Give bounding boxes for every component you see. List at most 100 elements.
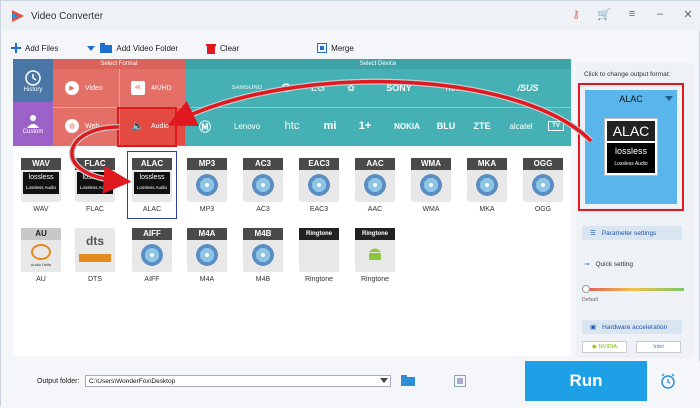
add-files-button[interactable]: Add Files bbox=[11, 43, 58, 53]
clear-button[interactable]: Clear bbox=[206, 43, 239, 54]
4k-icon: 4K bbox=[131, 81, 145, 95]
device-google[interactable]: G bbox=[269, 69, 303, 107]
output-folder-label: Output folder: bbox=[37, 378, 80, 385]
device-htc[interactable]: htc bbox=[269, 107, 315, 145]
output-folder-input[interactable]: C:\Users\WonderFox\Desktop bbox=[85, 375, 391, 387]
format-mka[interactable]: MKA MKA bbox=[463, 152, 511, 218]
quality-slider-handle[interactable] bbox=[582, 285, 590, 293]
format-m4a[interactable]: M4A M4A bbox=[183, 222, 231, 288]
category-4k-hd[interactable]: 4K 4K/HD bbox=[119, 69, 185, 107]
output-format-name: ALAC bbox=[619, 94, 643, 104]
custom-tab[interactable]: Custom bbox=[13, 102, 53, 146]
device-xiaomi[interactable]: mi bbox=[315, 107, 345, 145]
device-lenovo[interactable]: Lenovo bbox=[225, 107, 269, 145]
device-zte[interactable]: ZTE bbox=[463, 107, 501, 145]
format-aiff[interactable]: AIFF AIFF bbox=[128, 222, 176, 288]
hardware-acceleration-button[interactable]: ▣ Hardware acceleration bbox=[582, 320, 682, 334]
disc-icon bbox=[532, 174, 554, 196]
surround-icon bbox=[79, 254, 111, 262]
bottom-bar: Output folder: C:\Users\WonderFox\Deskto… bbox=[1, 361, 700, 408]
nvidia-badge[interactable]: ◉ NVIDIA bbox=[582, 341, 627, 353]
open-folder-icon[interactable] bbox=[454, 375, 466, 387]
disc-icon bbox=[420, 174, 442, 196]
category-video[interactable]: ▶ Video bbox=[53, 69, 119, 107]
format-ac3[interactable]: AC3 AC3 bbox=[239, 152, 287, 218]
quick-setting-icon: ⊸ bbox=[584, 261, 590, 268]
device-samsung[interactable]: SAMSUNG bbox=[225, 69, 269, 107]
close-icon[interactable]: ✕ bbox=[681, 7, 695, 21]
device-alcatel[interactable]: alcatel bbox=[501, 107, 541, 145]
merge-icon bbox=[317, 43, 328, 53]
format-wma[interactable]: WMA WMA bbox=[407, 152, 455, 218]
output-format-panel: Click to change output format: ALAC ALAC… bbox=[576, 63, 694, 358]
output-format-selector[interactable]: ALAC ALAC lossless Lossless Audio bbox=[585, 90, 677, 204]
lossless-icon: lossless Lossless Audio bbox=[23, 172, 59, 194]
add-video-folder-button[interactable]: Add Video Folder bbox=[86, 43, 178, 53]
device-sony[interactable]: SONY bbox=[369, 69, 429, 107]
quality-slider[interactable] bbox=[584, 288, 684, 291]
chevron-down-icon[interactable] bbox=[380, 378, 388, 383]
format-ringtone-android[interactable]: Ringtone Ringtone bbox=[351, 222, 399, 288]
select-device-section: Select Device SAMSUNG G LG ✿ SONY honor … bbox=[185, 59, 571, 146]
google-icon: G bbox=[281, 81, 291, 95]
select-format-header: Select Format bbox=[53, 59, 185, 69]
tv-icon: TV bbox=[548, 121, 564, 131]
lossless-icon: lossless Lossless Audio bbox=[134, 172, 170, 194]
format-wav[interactable]: WAV lossless Lossless Audio WAV bbox=[17, 152, 65, 218]
format-m4b[interactable]: M4B M4B bbox=[239, 222, 287, 288]
quick-setting-label: ⊸ Quick setting bbox=[584, 260, 634, 269]
app-window: Video Converter ⚷ 🛒 ≡ – ✕ Add Files Add … bbox=[0, 0, 700, 408]
key-icon[interactable]: ⚷ bbox=[569, 7, 583, 21]
app-title: Video Converter bbox=[31, 10, 104, 22]
device-lg[interactable]: LG bbox=[303, 69, 333, 107]
format-au[interactable]: AU Audio Units AU bbox=[17, 222, 65, 288]
minimize-icon[interactable]: – bbox=[653, 7, 667, 21]
intel-badge[interactable]: Intel bbox=[636, 341, 681, 353]
clock-icon bbox=[25, 69, 41, 86]
sliders-icon: ☰ bbox=[590, 230, 596, 237]
device-asus[interactable]: /SUS bbox=[485, 69, 571, 107]
format-mp3[interactable]: MP3 MP3 bbox=[183, 152, 231, 218]
title-bar: Video Converter ⚷ 🛒 ≡ – ✕ bbox=[1, 1, 700, 31]
globe-icon: ◍ bbox=[65, 119, 79, 133]
format-grid: WAV lossless Lossless Audio WAV FLAC loss… bbox=[13, 148, 571, 356]
device-honor[interactable]: honor bbox=[429, 69, 485, 107]
history-tab[interactable]: History bbox=[13, 59, 53, 102]
format-eac3[interactable]: EAC3 EAC3 bbox=[295, 152, 343, 218]
format-ogg[interactable]: OGG OGG bbox=[519, 152, 567, 218]
device-oneplus[interactable]: 1+ bbox=[345, 107, 385, 145]
merge-button[interactable]: Merge bbox=[317, 43, 354, 53]
format-flac[interactable]: FLAC lossless Lossless Audio FLAC bbox=[71, 152, 119, 218]
device-apple[interactable] bbox=[185, 69, 225, 107]
device-blu[interactable]: BLU bbox=[429, 107, 463, 145]
output-format-caption: Click to change output format: bbox=[584, 71, 671, 78]
device-huawei[interactable]: ✿ bbox=[333, 69, 369, 107]
device-nokia[interactable]: NOKIA bbox=[385, 107, 429, 145]
toolbar: Add Files Add Video Folder Clear Merge bbox=[11, 37, 571, 59]
device-motorola[interactable]: Ⓜ bbox=[185, 107, 225, 145]
device-tv[interactable]: TV bbox=[541, 107, 571, 145]
format-ringtone-apple[interactable]: Ringtone Ringtone bbox=[295, 222, 343, 288]
chip-icon: ▣ bbox=[590, 324, 597, 331]
output-format-highlight: ALAC ALAC lossless Lossless Audio bbox=[578, 83, 684, 211]
disc-icon bbox=[308, 174, 330, 196]
disc-icon bbox=[252, 244, 274, 266]
chevron-down-icon[interactable] bbox=[665, 96, 673, 101]
select-device-header: Select Device bbox=[185, 59, 571, 69]
format-aac[interactable]: AAC AAC bbox=[351, 152, 399, 218]
cart-icon[interactable]: 🛒 bbox=[597, 7, 611, 21]
category-web[interactable]: ◍ Web bbox=[53, 107, 119, 145]
menu-icon[interactable]: ≡ bbox=[625, 7, 639, 21]
android-icon bbox=[369, 248, 381, 260]
dts-logo-icon: dts bbox=[86, 234, 104, 248]
format-dts[interactable]: dts DTS bbox=[71, 222, 119, 288]
run-button[interactable]: Run bbox=[525, 361, 647, 401]
folder-icon bbox=[100, 43, 113, 53]
alarm-clock-icon[interactable] bbox=[660, 373, 676, 389]
folder-dropdown-icon bbox=[87, 46, 96, 51]
parameter-settings-button[interactable]: ☰ Parameter settings bbox=[582, 226, 682, 240]
nvidia-icon: ◉ bbox=[591, 344, 597, 350]
disc-icon bbox=[252, 174, 274, 196]
format-alac[interactable]: ALAC lossless Lossless Audio ALAC bbox=[127, 151, 177, 219]
folder-browse-icon[interactable] bbox=[401, 375, 415, 386]
